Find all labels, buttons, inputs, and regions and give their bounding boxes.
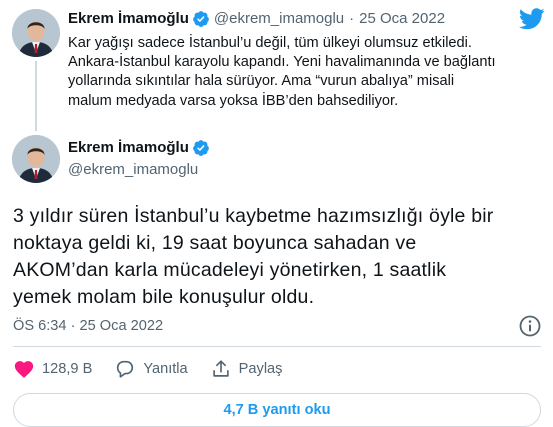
like-button[interactable]: 128,9 B xyxy=(13,358,92,380)
author-name[interactable]: Ekrem İmamoğlu xyxy=(68,9,189,29)
author-name[interactable]: Ekrem İmamoğlu xyxy=(68,138,189,158)
heart-icon xyxy=(14,361,34,378)
reply-icon xyxy=(117,360,134,378)
read-replies-button[interactable]: 4,7 B yanıtı oku xyxy=(13,393,541,427)
info-icon[interactable] xyxy=(518,314,542,338)
share-button[interactable]: Paylaş xyxy=(210,358,283,380)
divider xyxy=(13,346,541,347)
reply-tweet-header: Ekrem İmamoğlu @ekrem_imamoglu · 25 Oca … xyxy=(68,9,445,29)
text-line: Ankara-İstanbul karayolu kapandı. Yeni h… xyxy=(68,54,496,71)
avatar-portrait xyxy=(12,135,60,183)
verified-badge-icon xyxy=(192,140,209,156)
text-line: noktaya geldi ki, 19 saat boyunca sahada… xyxy=(13,232,417,254)
thread-connector xyxy=(35,61,37,131)
text-line: yemek molam bile konuşulur oldu. xyxy=(13,286,315,308)
text-line: malum medyada varsa yoksa İBB’den bahsed… xyxy=(68,92,399,109)
text-line: yollarında sıkıntılar hala sürüyor. Ama … xyxy=(68,73,455,90)
author-handle[interactable]: @ekrem_imamoglu xyxy=(68,160,198,180)
tweet-timestamp[interactable]: ÖS 6:34 · 25 Oca 2022 xyxy=(13,316,163,336)
author-handle[interactable]: @ekrem_imamoglu xyxy=(214,9,344,29)
reply-button[interactable]: Yanıtla xyxy=(114,358,188,380)
tweet-date[interactable]: 25 Oca 2022 xyxy=(359,9,445,29)
avatar[interactable] xyxy=(12,9,60,57)
text-line: AKOM’dan karla mücadeleyi yönetirken, 1 … xyxy=(13,259,447,281)
avatar-portrait xyxy=(12,9,60,57)
avatar[interactable] xyxy=(12,135,60,183)
share-label: Paylaş xyxy=(238,361,283,377)
reply-label: Yanıtla xyxy=(143,361,188,377)
twitter-logo-icon[interactable] xyxy=(519,8,545,30)
action-bar: 128,9 B Yanıtla Paylaş xyxy=(13,358,304,380)
main-tweet-text: 3 yıldır süren İstanbul’u kaybetme hazım… xyxy=(13,203,543,311)
read-replies-label: 4,7 B yanıtı oku xyxy=(223,402,331,418)
verified-badge-icon xyxy=(192,11,209,27)
reply-tweet-text: Kar yağışı sadece İstanbul’u değil, tüm … xyxy=(68,34,538,111)
text-line: 3 yıldır süren İstanbul’u kaybetme hazım… xyxy=(13,205,494,227)
share-icon xyxy=(212,360,229,377)
like-count: 128,9 B xyxy=(42,361,93,377)
main-tweet-author: Ekrem İmamoğlu xyxy=(68,138,214,158)
text-line: Kar yağışı sadece İstanbul’u değil, tüm … xyxy=(68,35,472,51)
separator-dot: · xyxy=(349,10,355,27)
